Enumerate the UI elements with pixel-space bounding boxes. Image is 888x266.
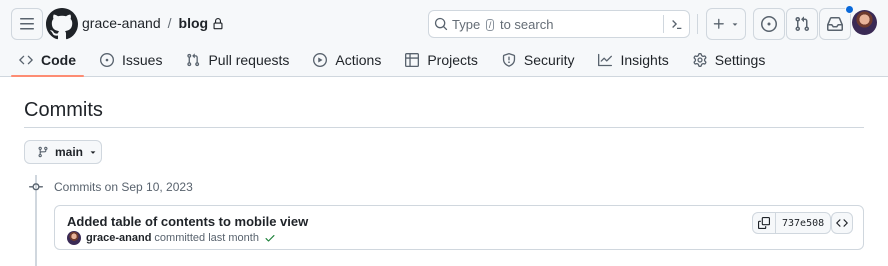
your-pull-requests-button[interactable] xyxy=(786,8,818,40)
owner-link[interactable]: grace-anand xyxy=(82,15,161,32)
your-issues-button[interactable] xyxy=(753,8,785,40)
tab-settings[interactable]: Settings xyxy=(685,46,774,73)
git-pull-request-icon xyxy=(795,16,810,32)
graph-icon xyxy=(598,53,613,66)
search-placeholder: Type / to search xyxy=(452,17,553,32)
triangle-down-icon xyxy=(90,151,96,154)
tab-code[interactable]: Code xyxy=(11,46,84,77)
repo-link[interactable]: blog xyxy=(179,15,209,32)
create-new-button[interactable] xyxy=(706,8,746,40)
tab-projects[interactable]: Projects xyxy=(397,46,486,73)
issue-opened-icon xyxy=(100,52,114,67)
tab-security[interactable]: Security xyxy=(494,46,583,73)
issue-opened-icon xyxy=(761,16,777,32)
browse-repo-at-commit-button[interactable] xyxy=(831,212,853,234)
app-header: grace-anand / blog Type / to search Code… xyxy=(0,0,888,77)
code-icon xyxy=(19,55,33,64)
tab-pull-requests[interactable]: Pull requests xyxy=(178,46,297,73)
tab-issues[interactable]: Issues xyxy=(92,46,170,73)
unread-notification-dot xyxy=(845,5,854,14)
title-divider xyxy=(24,127,864,128)
tab-insights[interactable]: Insights xyxy=(590,46,676,73)
notifications-button[interactable] xyxy=(819,5,854,40)
page-title: Commits xyxy=(24,99,103,121)
play-icon xyxy=(313,52,328,67)
header-divider xyxy=(697,14,698,34)
author-avatar[interactable] xyxy=(67,231,81,245)
gear-icon xyxy=(693,52,707,67)
commit-group-date: Commits on Sep 10, 2023 xyxy=(54,180,193,194)
commit-meta: grace-anand committed last month xyxy=(67,231,276,245)
command-palette-icon[interactable] xyxy=(670,17,684,31)
table-icon xyxy=(405,52,420,67)
tab-issues-label: Issues xyxy=(122,51,163,68)
tab-insights-label: Insights xyxy=(620,51,669,68)
commit-action-text: committed last month xyxy=(154,231,259,244)
breadcrumb-separator: / xyxy=(167,15,172,31)
tab-actions[interactable]: Actions xyxy=(305,46,389,73)
copy-sha-button[interactable] xyxy=(753,213,776,233)
commit-author-link[interactable]: grace-anand xyxy=(86,232,151,245)
commit-sha-link[interactable]: 737e508 xyxy=(776,213,830,233)
three-bars-icon xyxy=(20,18,34,30)
git-pull-request-icon xyxy=(187,53,200,66)
search-icon xyxy=(434,17,448,31)
tab-pull-requests-label: Pull requests xyxy=(208,51,290,68)
git-commit-icon xyxy=(29,183,43,191)
commit-message-link[interactable]: Added table of contents to mobile view xyxy=(67,214,308,229)
tab-actions-label: Actions xyxy=(335,51,382,68)
commit-sha-group: 737e508 xyxy=(752,212,832,234)
check-icon[interactable] xyxy=(264,232,276,244)
lock-icon xyxy=(213,17,223,29)
open-global-navigation-button[interactable] xyxy=(11,8,43,40)
plus-icon xyxy=(713,18,724,29)
branch-name: main xyxy=(55,145,84,159)
tab-security-label: Security xyxy=(523,51,575,68)
copy-icon xyxy=(758,217,770,229)
repo-breadcrumb: grace-anand / blog xyxy=(82,15,224,32)
tab-settings-label: Settings xyxy=(714,51,766,68)
search-placeholder-suffix: to search xyxy=(499,17,554,32)
shield-icon xyxy=(502,52,516,67)
git-branch-icon xyxy=(38,146,48,158)
user-avatar[interactable] xyxy=(852,10,877,35)
github-logo-icon[interactable] xyxy=(46,8,78,40)
tab-projects-label: Projects xyxy=(427,51,478,68)
triangle-down-icon xyxy=(732,23,738,26)
code-icon xyxy=(836,219,848,227)
branch-select-button[interactable]: main xyxy=(24,140,102,164)
search-shortcut-key: / xyxy=(485,19,495,31)
search-divider xyxy=(663,15,664,33)
tab-code-label: Code xyxy=(41,51,76,68)
repo-tabs: Code Issues Pull requests Actions Projec… xyxy=(11,46,781,77)
commit-list-item: Added table of contents to mobile view g… xyxy=(54,205,864,250)
search-placeholder-prefix: Type xyxy=(452,17,481,32)
search-input[interactable]: Type / to search xyxy=(428,10,690,38)
inbox-icon xyxy=(827,17,843,31)
